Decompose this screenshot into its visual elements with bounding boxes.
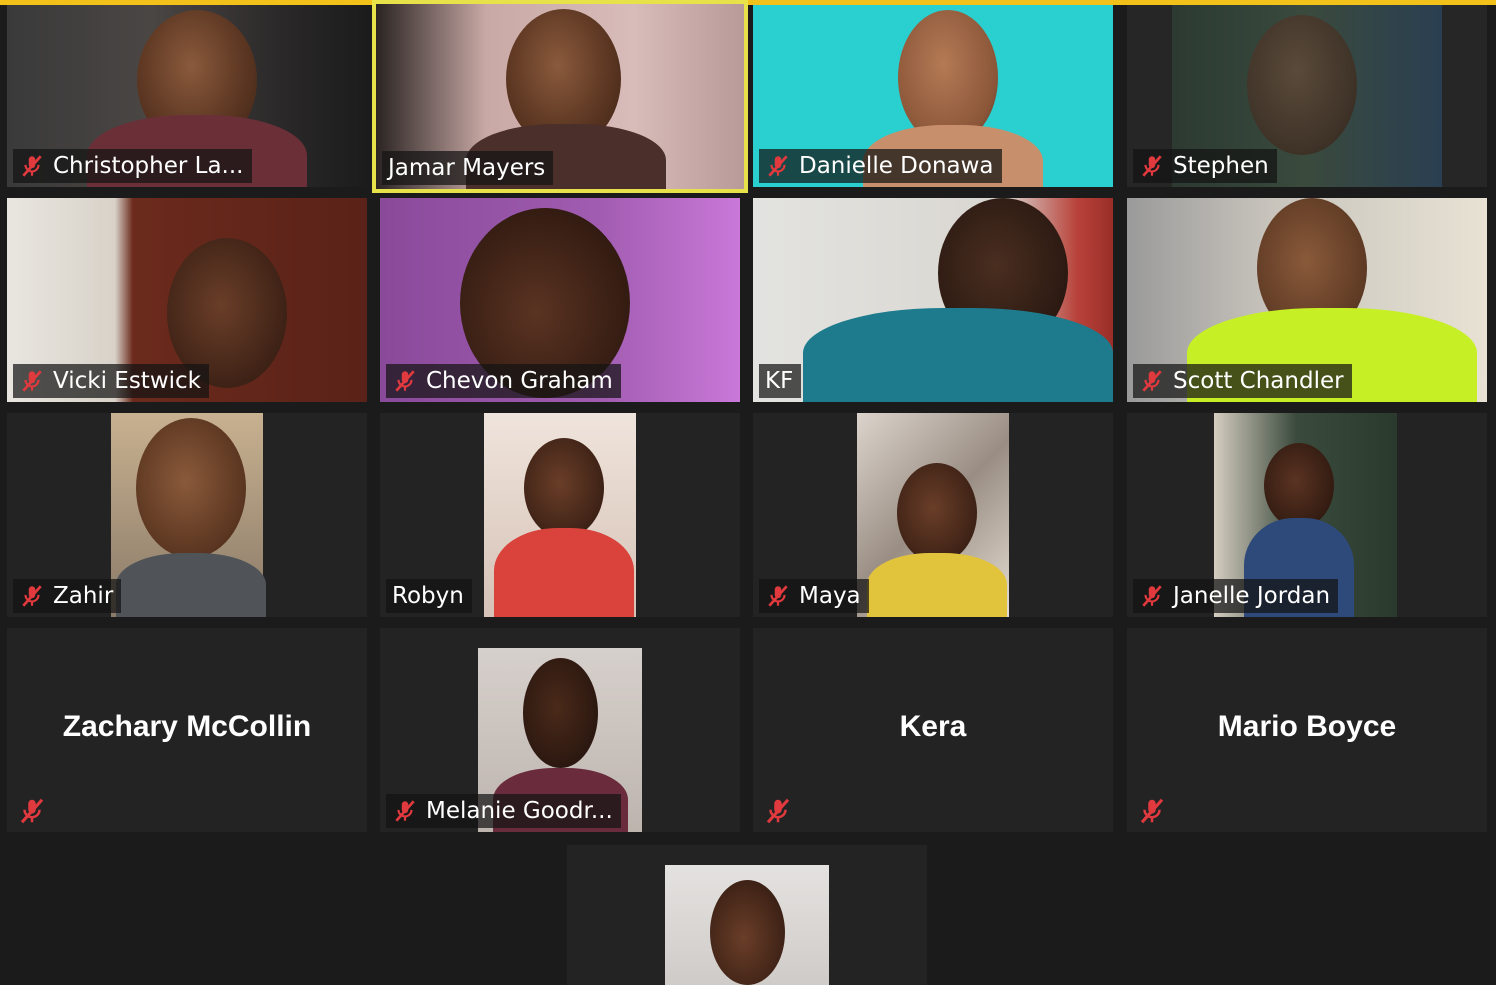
participant-tile-mario[interactable]: Mario Boyce	[1127, 628, 1487, 832]
participant-tile-maya[interactable]: Maya	[753, 413, 1113, 617]
muted-microphone-icon	[1142, 585, 1162, 607]
muted-microphone-icon	[1140, 798, 1164, 824]
participant-tile-vicki[interactable]: Vicki Estwick	[7, 198, 367, 402]
participant-name-label: Scott Chandler	[1133, 364, 1352, 398]
participant-name: Danielle Donawa	[799, 153, 994, 179]
profile-photo	[857, 413, 1009, 617]
participant-name: Scott Chandler	[1173, 368, 1344, 394]
participant-tile-scott[interactable]: Scott Chandler	[1127, 198, 1487, 402]
participant-name-label: Jamar Mayers	[382, 151, 554, 185]
participant-name-label: Maya	[759, 579, 869, 613]
participant-name-label: Danielle Donawa	[759, 149, 1002, 183]
participant-name-centered: Mario Boyce	[1217, 710, 1397, 743]
participant-tile-melanie[interactable]: Melanie Goodr...	[380, 628, 740, 832]
participant-name-label: Vicki Estwick	[13, 364, 209, 398]
participant-tile-kera[interactable]: Kera	[753, 628, 1113, 832]
participant-name: Janelle Jordan	[1173, 583, 1331, 609]
participant-tile-danielle[interactable]: Danielle Donawa	[753, 5, 1113, 187]
participant-name-label: KF	[759, 364, 802, 398]
participant-name: Melanie Goodr...	[426, 798, 613, 824]
participant-name-label: Janelle Jordan	[1133, 579, 1339, 613]
participant-tile-jamar[interactable]: Jamar Mayers	[372, 0, 748, 193]
profile-photo	[665, 865, 829, 985]
video-feed	[753, 198, 1113, 402]
participant-name-centered: Kera	[899, 710, 967, 743]
participant-name-centered: Zachary McCollin	[62, 710, 312, 743]
participant-tile-janelle[interactable]: Janelle Jordan	[1127, 413, 1487, 617]
muted-microphone-icon	[395, 370, 415, 392]
participant-name: Chevon Graham	[426, 368, 613, 394]
participant-tile-zahir[interactable]: Zahir	[7, 413, 367, 617]
muted-microphone-icon	[766, 798, 790, 824]
participant-tile-zachary[interactable]: Zachary McCollin	[7, 628, 367, 832]
participant-name: Christopher La...	[53, 153, 244, 179]
muted-microphone-icon	[768, 585, 788, 607]
participant-name: Vicki Estwick	[53, 368, 201, 394]
participant-name-label: Christopher La...	[13, 149, 252, 183]
muted-microphone-icon	[20, 798, 44, 824]
participant-name: Robyn	[392, 583, 464, 609]
participant-name-label: Zahir	[13, 579, 122, 613]
muted-microphone-icon	[22, 155, 42, 177]
participant-name-label: Chevon Graham	[386, 364, 621, 398]
profile-photo	[111, 413, 266, 617]
participant-name: Jamar Mayers	[388, 155, 546, 181]
muted-microphone-icon	[1142, 370, 1162, 392]
participant-tile-bottom[interactable]	[567, 845, 927, 985]
muted-microphone-icon	[22, 585, 42, 607]
muted-microphone-icon	[1142, 155, 1162, 177]
participant-tile-stephen[interactable]: Stephen	[1127, 5, 1487, 187]
participant-name: Stephen	[1173, 153, 1269, 179]
muted-microphone-icon	[22, 370, 42, 392]
participant-tile-christopher[interactable]: Christopher La...	[7, 5, 367, 187]
participant-name: Maya	[799, 583, 861, 609]
participant-tile-kf[interactable]: KF	[753, 198, 1113, 402]
muted-microphone-icon	[395, 800, 415, 822]
participant-name: KF	[765, 368, 794, 394]
participant-name-label: Stephen	[1133, 149, 1277, 183]
participant-name: Zahir	[53, 583, 114, 609]
participant-tile-robyn[interactable]: Robyn	[380, 413, 740, 617]
participant-name-label: Melanie Goodr...	[386, 794, 621, 828]
muted-microphone-icon	[768, 155, 788, 177]
profile-photo	[484, 413, 636, 617]
participant-tile-chevon[interactable]: Chevon Graham	[380, 198, 740, 402]
participant-name-label: Robyn	[386, 579, 472, 613]
